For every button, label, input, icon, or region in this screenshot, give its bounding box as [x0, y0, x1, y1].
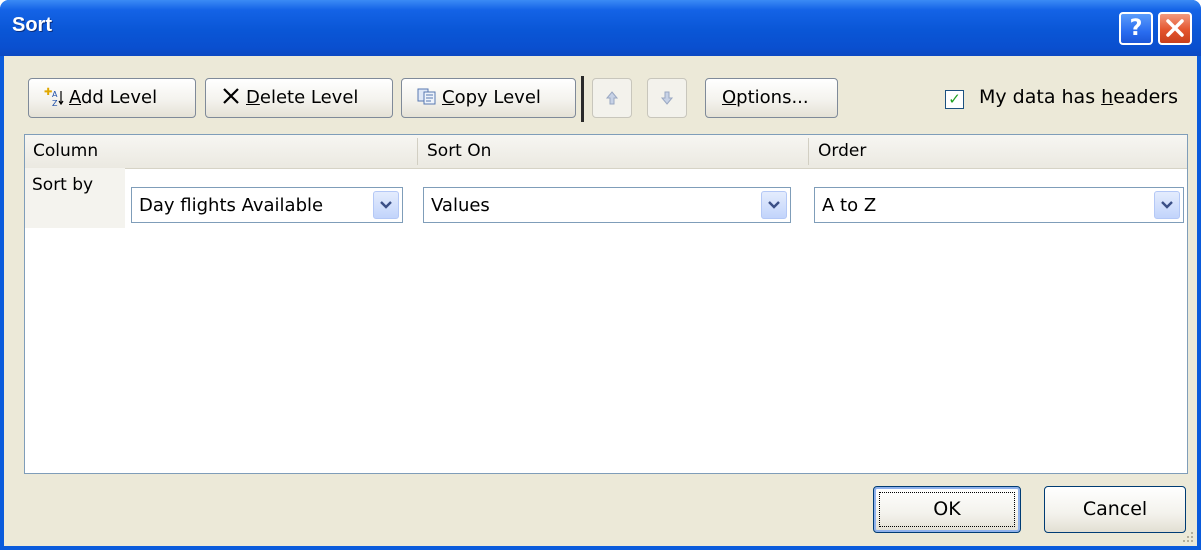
delete-level-label: Delete Level [246, 87, 359, 108]
question-icon: ? [1129, 16, 1143, 41]
column-dropdown-button[interactable] [373, 191, 399, 219]
column-select[interactable]: Day flights Available [131, 187, 403, 223]
options-button[interactable]: Options... [705, 78, 838, 118]
resize-grip-icon[interactable] [1180, 529, 1194, 543]
header-divider [808, 138, 809, 165]
chevron-down-icon [1161, 201, 1173, 209]
header-divider [417, 138, 418, 165]
sort-on-select[interactable]: Values [423, 187, 791, 223]
sort-dialog: Sort ? ✚ A Z Add Level Delete Level Copy… [0, 0, 1201, 550]
header-order: Order [818, 141, 867, 161]
cancel-button[interactable]: Cancel [1044, 486, 1186, 533]
move-up-button[interactable] [592, 78, 632, 118]
chevron-down-icon [380, 201, 392, 209]
copy-level-label: Copy Level [442, 87, 541, 108]
move-down-button[interactable] [647, 78, 687, 118]
close-button[interactable] [1158, 12, 1192, 45]
delete-level-button[interactable]: Delete Level [205, 78, 393, 118]
cancel-label: Cancel [1082, 498, 1148, 520]
add-level-icon: ✚ A Z [44, 87, 64, 107]
focus-rectangle [879, 492, 1015, 527]
ok-button[interactable]: OK [873, 486, 1021, 533]
x-icon [223, 88, 239, 104]
svg-text:A: A [52, 90, 58, 99]
help-button[interactable]: ? [1119, 12, 1153, 45]
arrow-down-icon [660, 91, 674, 105]
toolbar-separator [581, 76, 584, 122]
sort-on-select-value: Values [431, 195, 490, 216]
order-select-value: A to Z [822, 195, 877, 216]
add-level-label: Add Level [69, 87, 158, 108]
sort-on-dropdown-button[interactable] [761, 191, 787, 219]
dialog-title: Sort [12, 14, 52, 36]
dialog-body: ✚ A Z Add Level Delete Level Copy Level [4, 56, 1197, 546]
options-label: Options... [722, 87, 809, 108]
sort-by-label: Sort by [32, 175, 94, 195]
svg-text:Z: Z [52, 99, 58, 107]
copy-level-button[interactable]: Copy Level [401, 78, 576, 118]
header-sort-on: Sort On [427, 141, 492, 161]
copy-icon [417, 88, 436, 105]
grid-header: Column Sort On Order [25, 135, 1187, 169]
arrow-up-icon [605, 91, 619, 105]
add-level-button[interactable]: ✚ A Z Add Level [28, 78, 196, 118]
title-bar[interactable]: Sort ? [0, 0, 1201, 56]
order-dropdown-button[interactable] [1154, 191, 1180, 219]
checkmark-icon: ✓ [948, 90, 961, 108]
header-column: Column [33, 141, 99, 161]
headers-checkbox[interactable]: ✓ [945, 90, 964, 109]
sort-levels-grid: Column Sort On Order Sort by Day flights… [24, 134, 1188, 474]
column-select-value: Day flights Available [139, 195, 324, 216]
headers-checkbox-label[interactable]: My data has headers [979, 86, 1178, 108]
close-icon [1166, 19, 1184, 37]
chevron-down-icon [768, 201, 780, 209]
order-select[interactable]: A to Z [814, 187, 1184, 223]
